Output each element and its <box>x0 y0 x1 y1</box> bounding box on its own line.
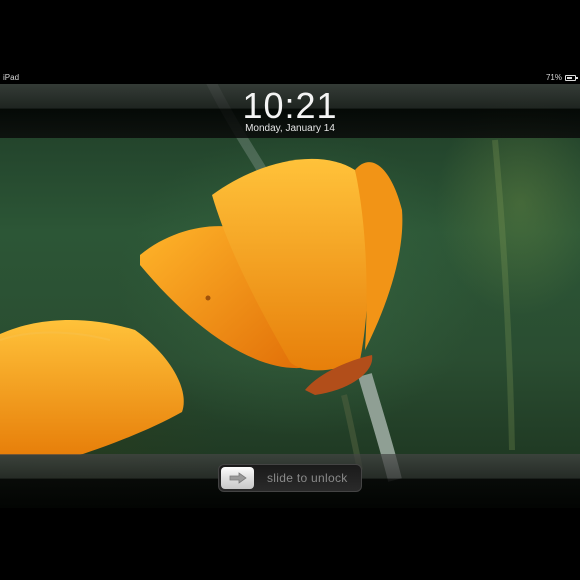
battery-percent: 71% <box>545 73 562 82</box>
unlock-slider-track[interactable]: slide to unlock <box>218 464 362 492</box>
wallpaper-image <box>0 84 515 482</box>
battery-indicator: 71% <box>545 72 578 84</box>
unlock-band: slide to unlock <box>0 454 580 508</box>
unlock-slider-label: slide to unlock <box>267 471 348 485</box>
status-bar: iPad 71% <box>0 72 580 84</box>
arrow-right-icon <box>229 472 247 484</box>
battery-icon <box>565 75 578 81</box>
unlock-slider-knob[interactable] <box>221 467 254 489</box>
clock-time: 10:21 <box>242 85 338 126</box>
lock-screen: 10:21 Monday, January 14 slide to unlock <box>0 84 580 508</box>
carrier-label: iPad <box>3 73 20 82</box>
clock-band: 10:21 Monday, January 14 <box>0 84 580 138</box>
clock-date: Monday, January 14 <box>245 123 335 134</box>
